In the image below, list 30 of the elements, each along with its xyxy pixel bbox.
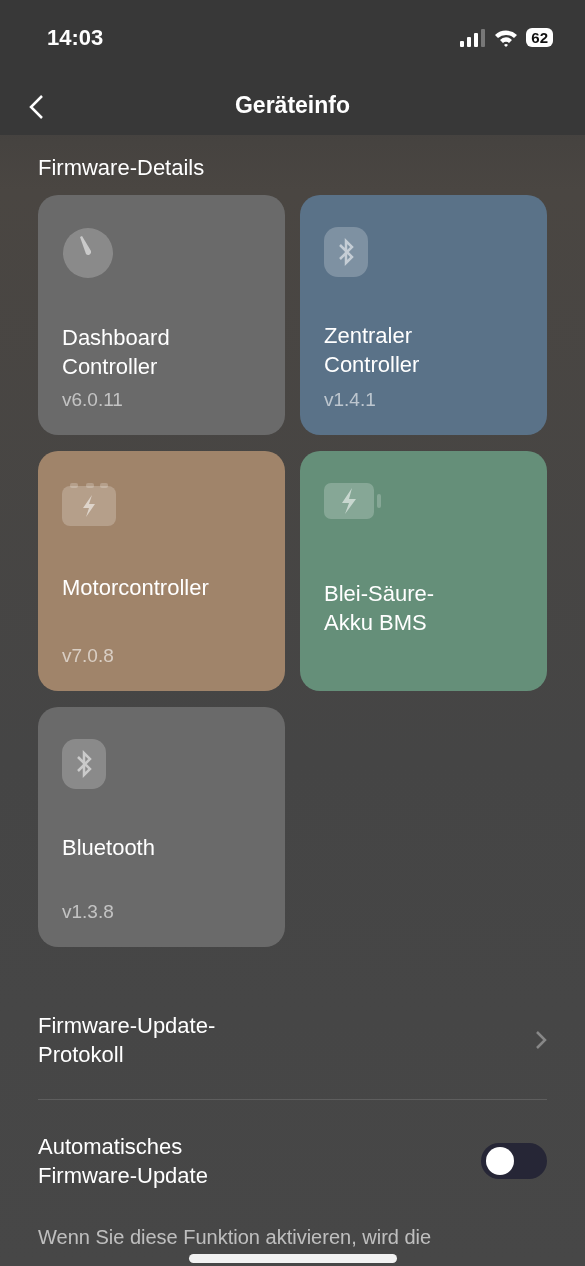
module-name: Bluetooth — [62, 834, 155, 862]
signal-icon — [460, 28, 487, 47]
battery-level: 62 — [526, 28, 553, 47]
section-title: Firmware-Details — [37, 154, 206, 182]
module-version: v1.3.8 — [62, 901, 115, 923]
auto-update-label: Automatisches Firmware-Update — [38, 1133, 209, 1190]
module-version: v6.0.11 — [62, 389, 124, 411]
module-name: Dashboard Controller — [62, 324, 171, 381]
firmware-card[interactable]: Zentraler Controller v1.4.1 — [300, 195, 547, 435]
firmware-card[interactable]: Blei-Säure-Akku BMS — [300, 451, 547, 691]
bluetooth-icon — [62, 739, 106, 789]
wifi-icon — [494, 28, 519, 47]
update-log-link[interactable]: Firmware-Update-Protokoll — [38, 1011, 268, 1069]
auto-update-toggle[interactable] — [481, 1143, 547, 1179]
firmware-card[interactable]: Motorcontroller v7.0.8 — [38, 451, 285, 691]
auto-update-description: Wenn Sie diese Funktion aktivieren, wird die — [38, 1226, 433, 1249]
page-title: Geräteinfo — [235, 91, 350, 119]
module-name: Blei-Säure-Akku BMS — [324, 580, 436, 637]
gauge-icon — [62, 227, 114, 279]
firmware-card[interactable]: Dashboard Controller v6.0.11 — [38, 195, 285, 435]
module-name: Motorcontroller — [62, 574, 209, 602]
firmware-card[interactable]: Bluetooth v1.3.8 — [38, 707, 285, 947]
module-version: v7.0.8 — [62, 645, 115, 667]
chevron-icon — [535, 1030, 547, 1050]
battery-icon — [324, 483, 382, 519]
bluetooth-icon — [324, 227, 368, 277]
motor-icon — [62, 483, 116, 529]
module-version: v1.4.1 — [324, 389, 377, 411]
status-time: 14:03 — [47, 24, 104, 51]
module-name: Zentraler Controller — [324, 322, 421, 379]
